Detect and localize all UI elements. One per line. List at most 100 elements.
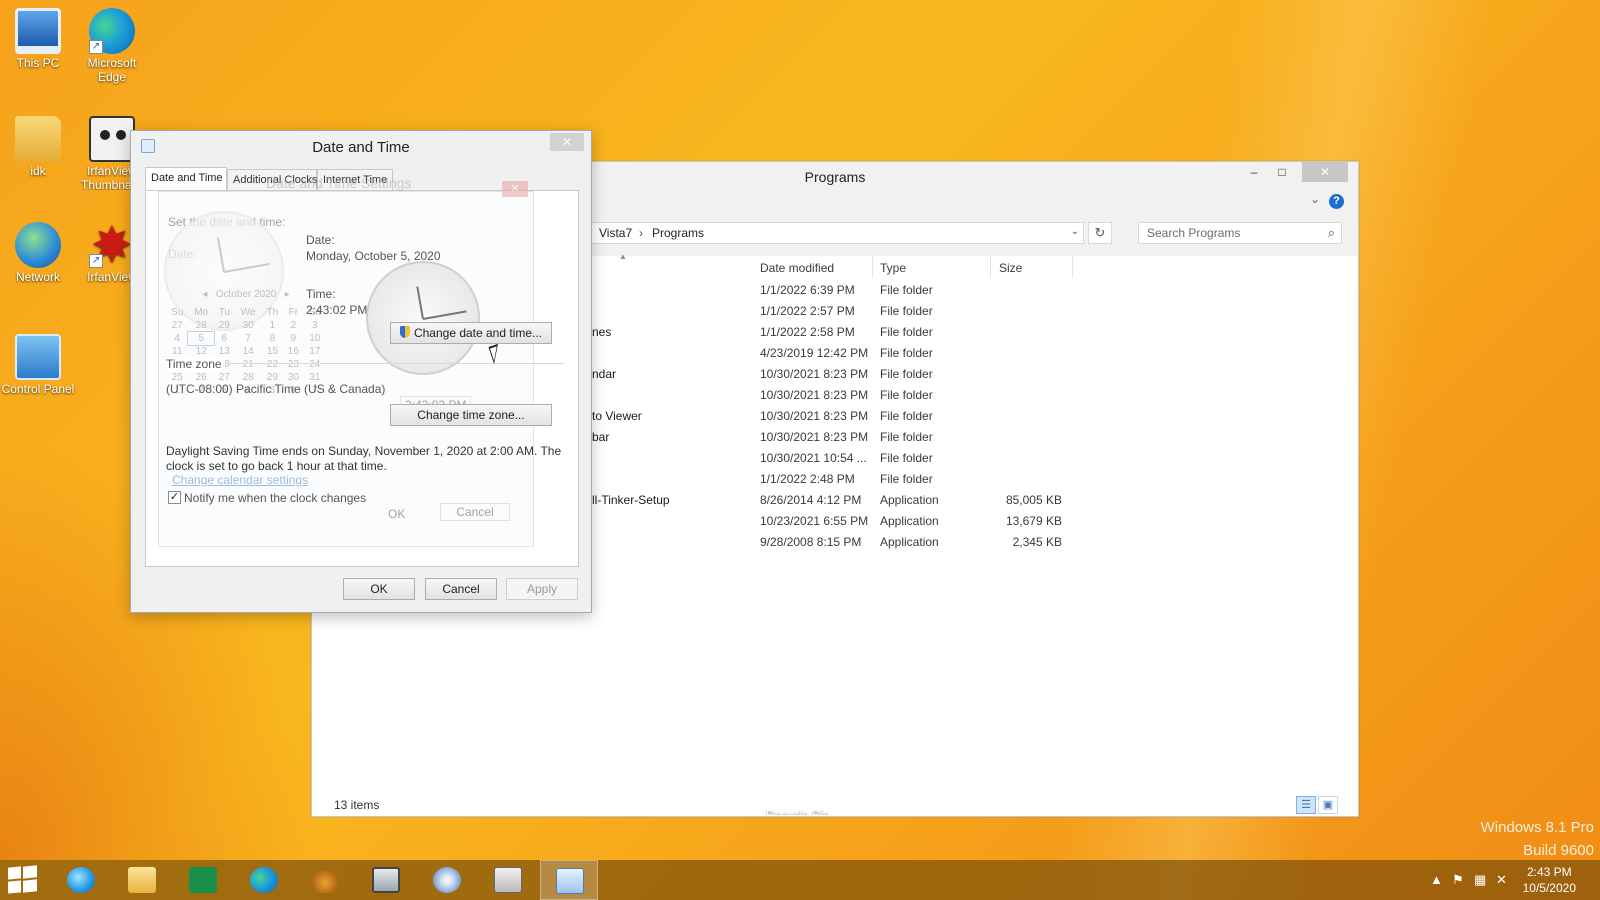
taskbar-app-button[interactable] (235, 860, 293, 900)
file-date-modified: 10/30/2021 10:54 ... (760, 451, 867, 465)
file-type: File folder (880, 283, 933, 297)
action-center-flag-icon[interactable]: ⚑ (1452, 872, 1464, 888)
computer-icon (15, 8, 61, 54)
desktop-icon-this-pc[interactable]: This PC (0, 8, 76, 70)
control-panel-icon (15, 334, 61, 380)
search-input[interactable]: Search Programs ⌕ (1138, 222, 1342, 244)
file-type: Application (880, 535, 939, 549)
shortcut-arrow-icon: ↗ (89, 254, 103, 268)
divider (166, 363, 564, 364)
change-time-zone-button[interactable]: Change time zone... (390, 404, 552, 426)
taskbar-app-button[interactable] (52, 860, 110, 900)
close-button[interactable]: ✕ (1302, 162, 1348, 182)
calendar-day: 2 (290, 320, 297, 331)
calendar-day: 8 (269, 333, 276, 344)
help-icon[interactable]: ? (1329, 194, 1344, 209)
large-icons-view-icon[interactable]: ▣ (1318, 796, 1338, 814)
file-type: Application (880, 493, 939, 507)
change-date-time-label: Change date and time... (413, 326, 543, 340)
status-bar: 13 items ☰ ▣ (312, 794, 1358, 816)
address-dropdown-icon[interactable]: ⌄ (1071, 226, 1079, 237)
calendar-day: 24 (309, 359, 321, 370)
windows-logo-icon (8, 880, 21, 894)
change-date-time-button[interactable]: Change date and time... (390, 322, 552, 344)
windows-logo-icon (23, 879, 37, 893)
ghost-close-icon: ✕ (502, 181, 528, 197)
date-time-dialog: Date and Time ✕ Date and Time Additional… (130, 130, 592, 613)
taskbar-app-button[interactable] (418, 860, 476, 900)
calendar-month: October 2020 (215, 289, 277, 300)
file-date-modified: 1/1/2022 2:57 PM (760, 304, 855, 318)
network-tray-icon[interactable]: ▦ (1474, 872, 1486, 888)
column-date-modified[interactable]: Date modified (760, 261, 834, 275)
start-button[interactable] (8, 865, 38, 894)
column-type[interactable]: Type (880, 261, 906, 275)
maximize-button[interactable]: □ (1268, 162, 1296, 182)
column-divider[interactable] (872, 256, 873, 278)
file-size: 85,005 KB (1005, 493, 1062, 507)
windows-watermark: Windows 8.1 Pro Build 9600 (1481, 816, 1594, 862)
cancel-button[interactable]: Cancel (425, 578, 497, 600)
details-view-icon[interactable]: ☰ (1296, 796, 1316, 814)
dialog-titlebar[interactable]: Date and Time ✕ (131, 131, 591, 161)
calendar-day: 17 (309, 346, 321, 357)
calendar-weekday: Tu (218, 307, 230, 318)
clipboard-app-icon (494, 867, 522, 893)
time-label: Time: (306, 287, 336, 301)
desktop-icon-idk[interactable]: idk (0, 116, 76, 178)
file-date-modified: 1/1/2022 2:58 PM (760, 325, 855, 339)
desktop-icon-label: Microsoft Edge (87, 56, 137, 84)
file-type: File folder (880, 430, 933, 444)
volume-muted-icon[interactable]: ✕ (1496, 872, 1507, 888)
column-divider[interactable] (1072, 256, 1073, 278)
taskbar-app-button[interactable] (357, 860, 415, 900)
item-count: 13 items (334, 798, 380, 812)
cal-next-icon: ▸ (284, 289, 290, 300)
file-date-modified: 10/23/2021 6:55 PM (760, 514, 869, 528)
network-app-icon (372, 867, 400, 893)
calendar-day: 21 (242, 359, 254, 370)
dialog-close-button[interactable]: ✕ (550, 133, 584, 151)
change-calendar-settings-link[interactable]: Change calendar settings (172, 473, 308, 487)
date-time-panel: Date and Time Settings ✕ Set the date an… (145, 175, 579, 567)
tab-date-and-time[interactable]: Date and Time (145, 167, 227, 191)
taskbar-clock[interactable]: 2:43 PM 10/5/2020 (1523, 864, 1576, 896)
breadcrumb-programs[interactable]: Programs (652, 226, 704, 240)
column-size[interactable]: Size (999, 261, 1022, 275)
apply-button[interactable]: Apply (506, 578, 578, 600)
expand-ribbon-icon[interactable]: ⌄ (1310, 192, 1320, 206)
breadcrumb-vista7[interactable]: Vista7 (599, 226, 632, 240)
file-type: File folder (880, 472, 933, 486)
calendar-day: 1 (269, 320, 276, 331)
desktop-icon-network[interactable]: Network (0, 222, 76, 284)
ghost-title: Date and Time Settings (266, 175, 412, 191)
file-date-modified: 10/30/2021 8:23 PM (760, 367, 869, 381)
taskbar-app-button[interactable] (479, 860, 537, 900)
search-placeholder: Search Programs (1147, 226, 1241, 240)
taskbar-app-button[interactable] (174, 860, 232, 900)
tray-overflow-icon[interactable]: ▲ (1430, 872, 1443, 887)
calendar-weekday: Mo (194, 307, 209, 318)
notify-checkbox[interactable]: ✓ (168, 491, 181, 504)
search-icon[interactable]: ⌕ (1328, 225, 1335, 241)
taskbar-app-button[interactable] (540, 860, 598, 900)
file-date-modified: 1/1/2022 2:48 PM (760, 472, 855, 486)
file-type: File folder (880, 388, 933, 402)
file-name: bar (592, 430, 610, 444)
dialog-title: Date and Time (312, 139, 410, 156)
taskbar-app-button[interactable] (113, 860, 171, 900)
taskbar-app-button[interactable] (296, 860, 354, 900)
taskbar: ▲ ⚑ ▦ ✕ 2:43 PM 10/5/2020 (0, 860, 1600, 900)
desktop-icon-control-panel[interactable]: Control Panel (0, 334, 76, 396)
calendar-day: 27 (171, 320, 183, 331)
refresh-button[interactable]: ↻ (1088, 222, 1112, 244)
calendar-day: 6 (221, 333, 228, 344)
ok-button[interactable]: OK (343, 578, 415, 600)
desktop-icon-edge[interactable]: ↗ Microsoft Edge (74, 8, 150, 84)
minimize-button[interactable]: – (1240, 162, 1268, 182)
network-globe-icon (15, 222, 61, 268)
ghost-cancel-button: Cancel (440, 503, 510, 521)
calendar-weekday: Th (266, 307, 279, 318)
address-bar[interactable]: › Vista7 › Programs ⌄ (574, 222, 1084, 244)
column-divider[interactable] (990, 256, 991, 278)
